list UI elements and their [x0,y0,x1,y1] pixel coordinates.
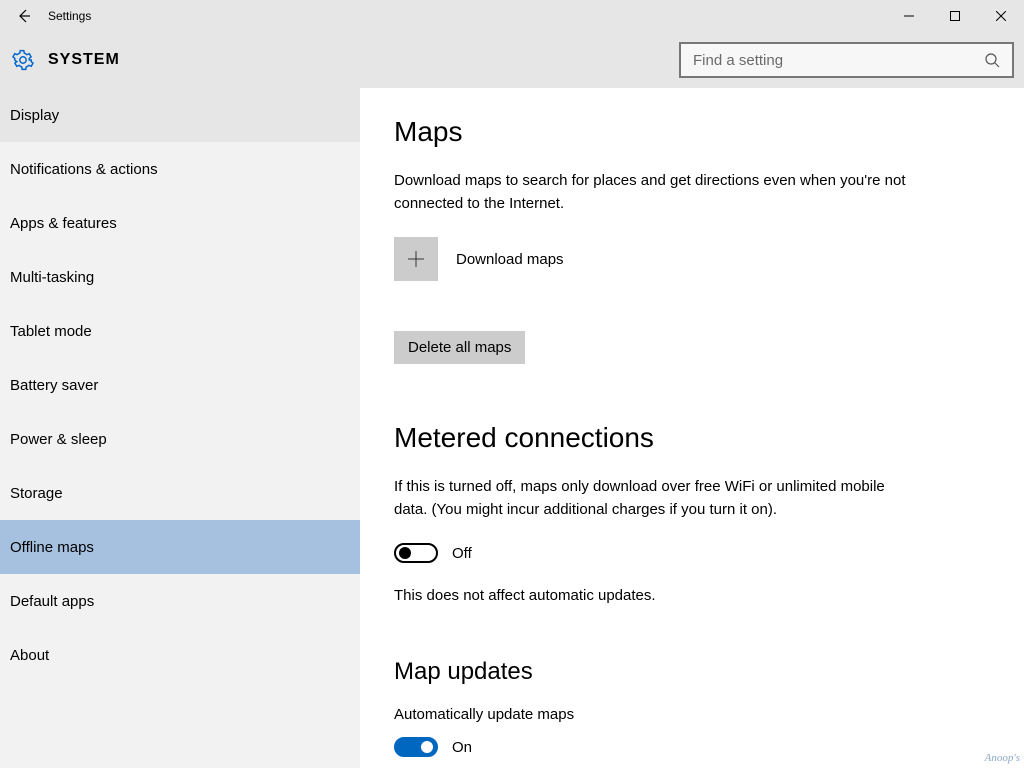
maps-description: Download maps to search for places and g… [394,170,914,215]
sidebar-item-label: Battery saver [10,377,98,394]
metered-note: This does not affect automatic updates. [394,587,990,604]
content-panel: Maps Download maps to search for places … [360,88,1024,768]
sidebar-item-label: Display [10,107,59,124]
header-left: SYSTEM [12,49,120,71]
delete-all-maps-button[interactable]: Delete all maps [394,331,525,364]
sidebar-item-label: Notifications & actions [10,161,158,178]
sidebar: Display Notifications & actions Apps & f… [0,88,360,768]
metered-toggle-label: Off [452,545,472,562]
metered-toggle-row: Off [394,543,990,563]
window-titlebar: Settings [0,0,1024,32]
sidebar-item-label: Power & sleep [10,431,107,448]
auto-update-toggle[interactable] [394,737,438,757]
sidebar-item-label: Tablet mode [10,323,92,340]
search-icon [984,52,1000,68]
settings-header: SYSTEM [0,32,1024,88]
sidebar-item-tablet-mode[interactable]: Tablet mode [0,304,360,358]
auto-update-toggle-row: On [394,737,990,757]
window-controls [886,0,1024,32]
sidebar-item-display[interactable]: Display [0,88,360,142]
auto-update-label: Automatically update maps [394,706,990,723]
sidebar-item-power-sleep[interactable]: Power & sleep [0,412,360,466]
window-title: Settings [48,9,91,23]
arrow-left-icon [16,8,32,24]
maximize-button[interactable] [932,0,978,32]
sidebar-item-label: About [10,647,49,664]
sidebar-item-label: Apps & features [10,215,117,232]
sidebar-item-label: Offline maps [10,539,94,556]
sidebar-item-storage[interactable]: Storage [0,466,360,520]
auto-update-toggle-label: On [452,739,472,756]
sidebar-item-default-apps[interactable]: Default apps [0,574,360,628]
toggle-knob [421,741,433,753]
search-input[interactable] [693,52,984,69]
close-icon [996,11,1006,21]
minimize-button[interactable] [886,0,932,32]
metered-heading: Metered connections [394,422,990,454]
minimize-icon [904,11,914,21]
sidebar-item-label: Storage [10,485,63,502]
sidebar-item-label: Multi-tasking [10,269,94,286]
back-button[interactable] [0,0,48,32]
watermark: Anoop's [985,752,1020,764]
sidebar-item-battery-saver[interactable]: Battery saver [0,358,360,412]
plus-icon [407,250,425,268]
metered-toggle[interactable] [394,543,438,563]
maps-heading: Maps [394,116,990,148]
search-box[interactable] [679,42,1014,78]
gear-icon [12,49,34,71]
sidebar-item-offline-maps[interactable]: Offline maps [0,520,360,574]
download-maps-label: Download maps [456,251,564,268]
download-maps-row: Download maps [394,237,990,281]
sidebar-item-about[interactable]: About [0,628,360,682]
close-button[interactable] [978,0,1024,32]
map-updates-heading: Map updates [394,658,990,686]
download-maps-button[interactable] [394,237,438,281]
sidebar-item-multitasking[interactable]: Multi-tasking [0,250,360,304]
header-title: SYSTEM [48,51,120,69]
metered-description: If this is turned off, maps only downloa… [394,476,914,521]
sidebar-item-notifications[interactable]: Notifications & actions [0,142,360,196]
body-area: Display Notifications & actions Apps & f… [0,88,1024,768]
sidebar-item-apps-features[interactable]: Apps & features [0,196,360,250]
toggle-knob [399,547,411,559]
sidebar-item-label: Default apps [10,593,94,610]
maximize-icon [950,11,960,21]
